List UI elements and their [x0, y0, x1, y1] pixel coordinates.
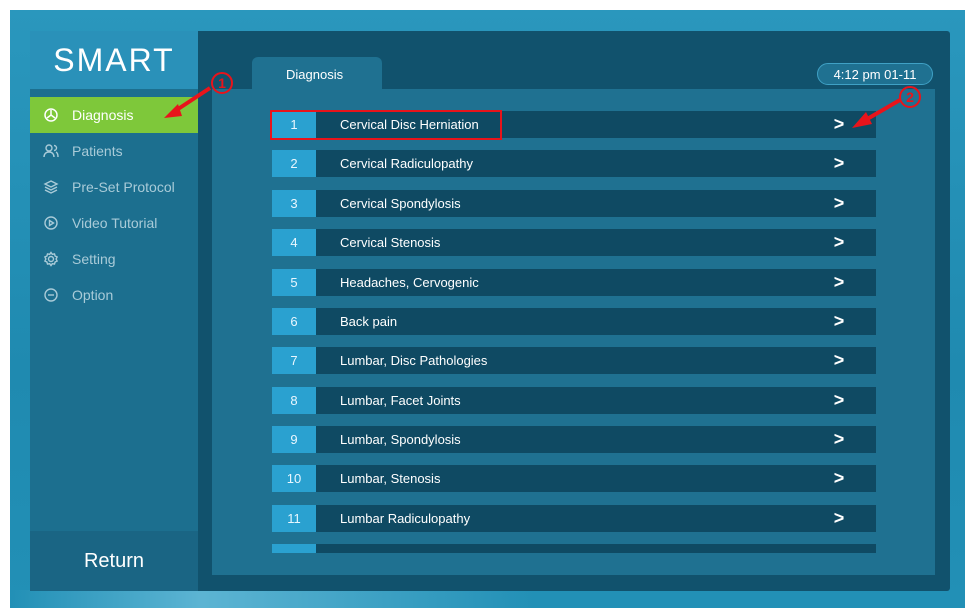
row-number: 5 [272, 269, 316, 296]
row-number: 4 [272, 229, 316, 256]
app-logo: SMART [30, 31, 198, 89]
chevron-right-icon[interactable]: > [824, 508, 854, 529]
row-number: 6 [272, 308, 316, 335]
tab-diagnosis[interactable]: Diagnosis [252, 57, 382, 91]
diagnosis-icon [42, 106, 60, 124]
chevron-right-icon[interactable]: > [824, 114, 854, 135]
chevron-right-icon[interactable]: > [824, 272, 854, 293]
play-icon [42, 214, 60, 232]
row-label: Cervical Radiculopathy [340, 156, 473, 171]
chevron-right-icon[interactable]: > [824, 350, 854, 371]
sidebar-item-label: Setting [72, 251, 116, 267]
chevron-right-icon[interactable]: > [824, 232, 854, 253]
row-label: Headaches, Cervogenic [340, 275, 479, 290]
sidebar-item-setting[interactable]: Setting [30, 241, 198, 277]
row-label: Cervical Disc Herniation [340, 117, 479, 132]
row-label: Lumbar, Disc Pathologies [340, 353, 488, 368]
list-item[interactable]: 11 Lumbar Radiculopathy > [272, 505, 876, 532]
chevron-right-icon[interactable]: > [824, 429, 854, 450]
sidebar-item-label: Video Tutorial [72, 215, 158, 231]
row-label: Cervical Stenosis [340, 235, 441, 250]
list-item[interactable]: 5 Headaches, Cervogenic > [272, 269, 876, 296]
diagnosis-list: 1 Cervical Disc Herniation > 2 Cervical … [272, 111, 876, 553]
sidebar-item-label: Option [72, 287, 114, 303]
sidebar-item-diagnosis[interactable]: Diagnosis [30, 97, 198, 133]
list-item[interactable]: 6 Back pain > [272, 308, 876, 335]
sidebar-nav: Diagnosis Patients Pre-Set Protocol Vide… [30, 97, 198, 313]
sidebar-item-video-tutorial[interactable]: Video Tutorial [30, 205, 198, 241]
row-number: 2 [272, 150, 316, 177]
chevron-right-icon[interactable]: > [824, 390, 854, 411]
callout-1: 1 [211, 72, 233, 94]
chevron-right-icon[interactable]: > [824, 153, 854, 174]
option-icon [42, 286, 60, 304]
clock-display: 4:12 pm 01-11 [817, 63, 933, 85]
row-label: Lumbar, Facet Joints [340, 393, 461, 408]
list-item[interactable]: 1 Cervical Disc Herniation > [272, 111, 876, 138]
return-button[interactable]: Return [30, 531, 198, 591]
callout-2: 2 [899, 86, 921, 108]
row-label: Lumbar, Spondylosis [340, 432, 461, 447]
sidebar-item-pre-set-protocol[interactable]: Pre-Set Protocol [30, 169, 198, 205]
sidebar-item-label: Pre-Set Protocol [72, 179, 175, 195]
layers-icon [42, 178, 60, 196]
list-item-partial[interactable] [272, 544, 876, 553]
chevron-right-icon[interactable]: > [824, 468, 854, 489]
row-number: 8 [272, 387, 316, 414]
chevron-right-icon[interactable]: > [824, 311, 854, 332]
list-item[interactable]: 8 Lumbar, Facet Joints > [272, 387, 876, 414]
row-number: 10 [272, 465, 316, 492]
row-number: 11 [272, 505, 316, 532]
list-item[interactable]: 2 Cervical Radiculopathy > [272, 150, 876, 177]
background-wave [10, 590, 965, 608]
row-number: 9 [272, 426, 316, 453]
sidebar-item-label: Diagnosis [72, 107, 134, 123]
list-item[interactable]: 10 Lumbar, Stenosis > [272, 465, 876, 492]
sidebar-item-option[interactable]: Option [30, 277, 198, 313]
row-label: Lumbar Radiculopathy [340, 511, 471, 526]
patients-icon [42, 142, 60, 160]
sidebar-item-label: Patients [72, 143, 123, 159]
gear-icon [42, 250, 60, 268]
list-item[interactable]: 9 Lumbar, Spondylosis > [272, 426, 876, 453]
list-item[interactable]: 4 Cervical Stenosis > [272, 229, 876, 256]
list-item[interactable]: 7 Lumbar, Disc Pathologies > [272, 347, 876, 374]
row-label: Lumbar, Stenosis [340, 471, 441, 486]
list-item[interactable]: 3 Cervical Spondylosis > [272, 190, 876, 217]
row-number: 1 [272, 111, 316, 138]
row-label: Cervical Spondylosis [340, 196, 461, 211]
row-number [272, 544, 316, 553]
row-number: 7 [272, 347, 316, 374]
row-number: 3 [272, 190, 316, 217]
sidebar-item-patients[interactable]: Patients [30, 133, 198, 169]
chevron-right-icon[interactable]: > [824, 193, 854, 214]
sidebar: SMART Diagnosis Patients Pre-Set Protoco… [30, 31, 198, 591]
row-label: Back pain [340, 314, 398, 329]
